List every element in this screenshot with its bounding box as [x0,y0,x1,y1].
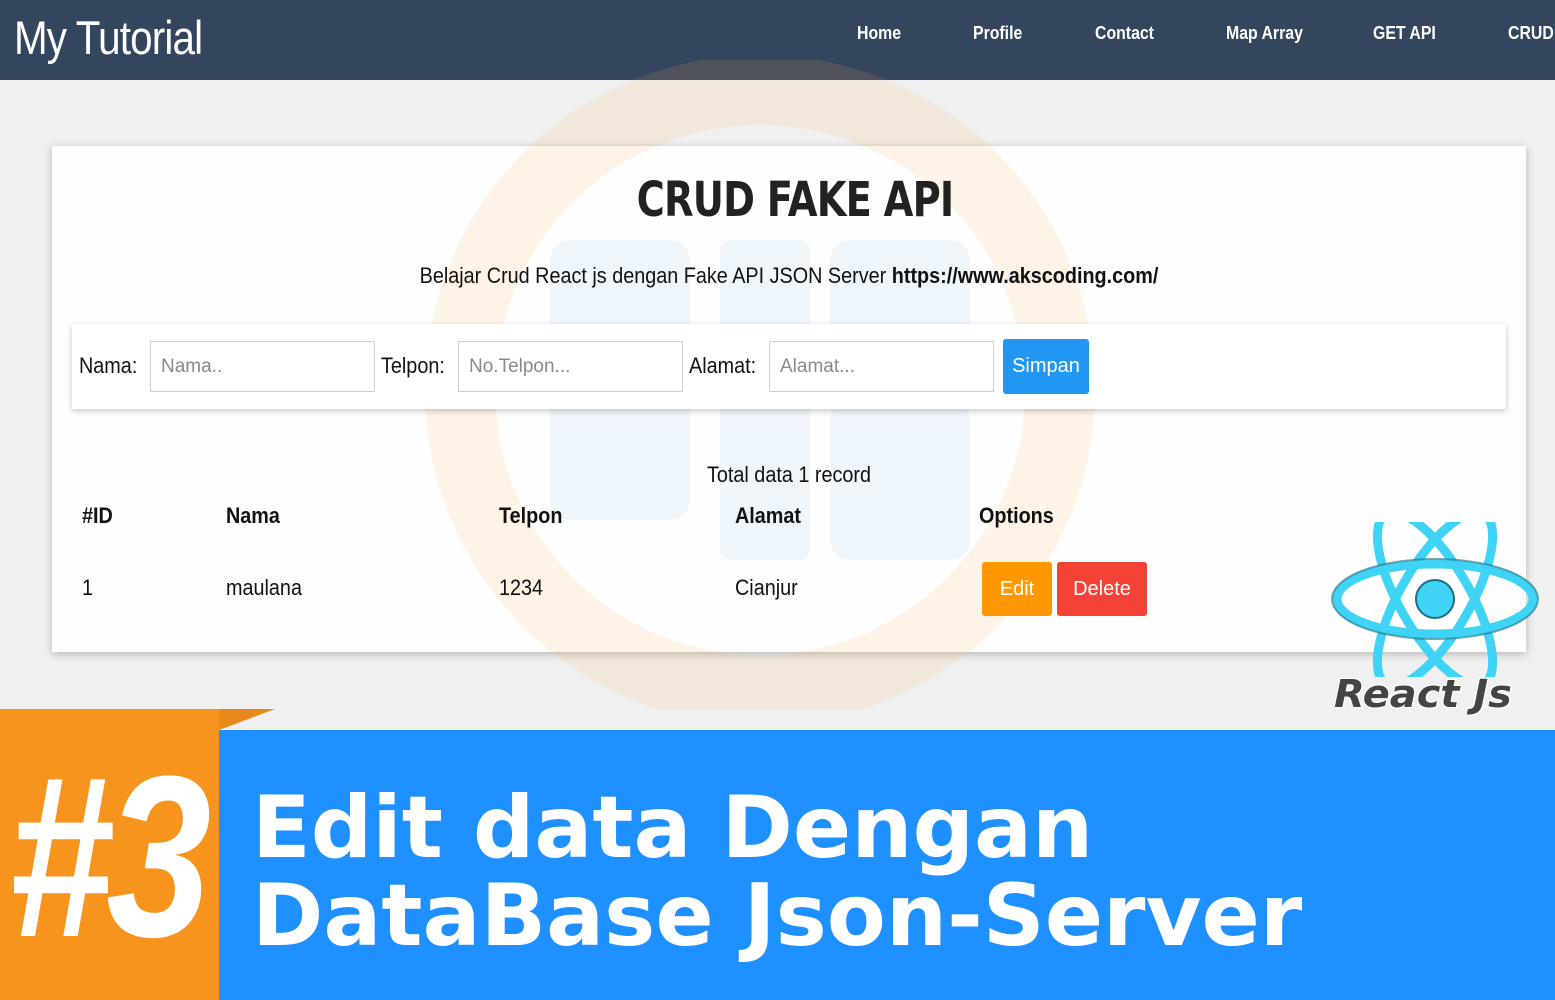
banner-corner [219,709,275,730]
nav-link-contact[interactable]: Contact [1095,23,1154,44]
nav-link-profile[interactable]: Profile [973,23,1022,44]
headline-line-1: Edit data Dengan [252,778,1094,878]
delete-button[interactable]: Delete [1057,562,1147,616]
nav-link-map-array[interactable]: Map Array [1226,23,1303,44]
nav-link-crud[interactable]: CRUD [1508,23,1554,44]
react-js-label: React Js [1334,672,1512,716]
simpan-button[interactable]: Simpan [1003,339,1089,394]
table-header-telpon: Telpon [499,503,563,528]
page-subtitle: Belajar Crud React js dengan Fake API JS… [79,263,1499,289]
nav-link-get-api[interactable]: GET API [1373,23,1436,44]
cell-telpon: 1234 [499,575,544,600]
nama-label: Nama: [79,353,138,378]
cell-id: 1 [82,575,94,600]
alamat-label: Alamat: [689,353,757,378]
alamat-input[interactable] [769,341,994,392]
episode-number: #3 [8,728,211,985]
table-header-options: Options [979,503,1054,528]
table-header-alamat: Alamat [735,503,802,528]
telpon-input[interactable] [458,341,683,392]
top-navbar: My Tutorial Home Profile Contact Map Arr… [0,0,1555,80]
nav-links: Home Profile Contact Map Array GET API C… [0,0,1555,80]
subtitle-link[interactable]: https://www.akscoding.com/ [892,263,1159,288]
subtitle-text: Belajar Crud React js dengan Fake API JS… [419,263,892,288]
table-header-id: #ID [82,503,113,528]
telpon-label: Telpon: [381,353,445,378]
nav-link-home[interactable]: Home [857,23,901,44]
edit-button[interactable]: Edit [982,562,1052,616]
page-title: CRUD FAKE API [636,172,955,228]
nama-input[interactable] [150,341,375,392]
cell-nama: maulana [226,575,302,600]
table-header-nama: Nama [226,503,280,528]
total-record-text: Total data 1 record [706,462,871,487]
react-atom-icon [1331,522,1539,677]
headline-line-2: DataBase Json-Server [252,866,1303,966]
cell-alamat: Cianjur [735,575,798,600]
